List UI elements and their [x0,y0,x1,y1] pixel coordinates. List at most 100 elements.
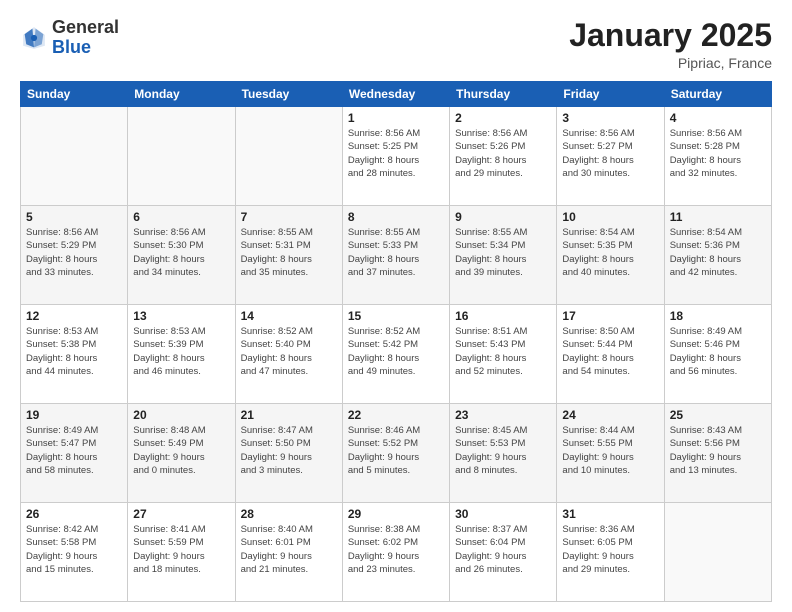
day-number: 2 [455,111,551,125]
page: General Blue January 2025 Pipriac, Franc… [0,0,792,612]
day-number: 16 [455,309,551,323]
table-row: 7Sunrise: 8:55 AM Sunset: 5:31 PM Daylig… [235,206,342,305]
calendar-table: Sunday Monday Tuesday Wednesday Thursday… [20,81,772,602]
day-number: 8 [348,210,444,224]
day-info: Sunrise: 8:55 AM Sunset: 5:34 PM Dayligh… [455,226,551,279]
day-number: 17 [562,309,658,323]
day-info: Sunrise: 8:54 AM Sunset: 5:35 PM Dayligh… [562,226,658,279]
day-number: 25 [670,408,766,422]
col-tuesday: Tuesday [235,82,342,107]
day-number: 12 [26,309,122,323]
calendar-week-row: 19 Sunrise: 8:49 AM Sunset: 5:47 PM Dayli… [21,404,772,503]
table-row: 10 Sunrise: 8:54 AM Sunset: 5:35 PM Dayli… [557,206,664,305]
day-info: Sunrise: 8:52 AM Sunset: 5:40 PM Dayligh… [241,325,337,378]
table-row [128,107,235,206]
day-number: 26 [26,507,122,521]
table-row: 17 Sunrise: 8:50 AM Sunset: 5:44 PM Dayli… [557,305,664,404]
table-row: 31Sunrise: 8:36 AM Sunset: 6:05 PM Dayli… [557,503,664,602]
day-number: 19 [26,408,122,422]
day-info: Sunrise: 8:56 AM Sunset: 5:27 PM Dayligh… [562,127,658,180]
day-info: Sunrise: 8:38 AM Sunset: 6:02 PM Dayligh… [348,523,444,576]
logo-blue: Blue [52,37,91,57]
table-row: 12Sunrise: 8:53 AM Sunset: 5:38 PM Dayli… [21,305,128,404]
day-number: 21 [241,408,337,422]
day-info: Sunrise: 8:56 AM Sunset: 5:30 PM Dayligh… [133,226,229,279]
col-thursday: Thursday [450,82,557,107]
day-info: Sunrise: 8:56 AM Sunset: 5:28 PM Dayligh… [670,127,766,180]
table-row: 6 Sunrise: 8:56 AM Sunset: 5:30 PM Daylig… [128,206,235,305]
day-number: 5 [26,210,122,224]
day-number: 11 [670,210,766,224]
day-info: Sunrise: 8:53 AM Sunset: 5:39 PM Dayligh… [133,325,229,378]
day-number: 3 [562,111,658,125]
day-info: Sunrise: 8:54 AM Sunset: 5:36 PM Dayligh… [670,226,766,279]
table-row: 3 Sunrise: 8:56 AM Sunset: 5:27 PM Daylig… [557,107,664,206]
day-info: Sunrise: 8:50 AM Sunset: 5:44 PM Dayligh… [562,325,658,378]
day-info: Sunrise: 8:45 AM Sunset: 5:53 PM Dayligh… [455,424,551,477]
table-row: 23 Sunrise: 8:45 AM Sunset: 5:53 PM Dayli… [450,404,557,503]
table-row [235,107,342,206]
table-row: 28 Sunrise: 8:40 AM Sunset: 6:01 PM Dayli… [235,503,342,602]
day-info: Sunrise: 8:40 AM Sunset: 6:01 PM Dayligh… [241,523,337,576]
month-title: January 2025 [569,18,772,53]
table-row: 11 Sunrise: 8:54 AM Sunset: 5:36 PM Dayli… [664,206,771,305]
table-row: 22 Sunrise: 8:46 AM Sunset: 5:52 PM Dayli… [342,404,449,503]
location: Pipriac, France [569,55,772,71]
day-number: 28 [241,507,337,521]
header: General Blue January 2025 Pipriac, Franc… [20,18,772,71]
day-info: Sunrise: 8:56 AM Sunset: 5:26 PM Dayligh… [455,127,551,180]
table-row: 2 Sunrise: 8:56 AM Sunset: 5:26 PM Daylig… [450,107,557,206]
table-row: 4 Sunrise: 8:56 AM Sunset: 5:28 PM Daylig… [664,107,771,206]
day-number: 1 [348,111,444,125]
day-number: 22 [348,408,444,422]
day-number: 14 [241,309,337,323]
day-number: 9 [455,210,551,224]
table-row: 21Sunrise: 8:47 AM Sunset: 5:50 PM Dayli… [235,404,342,503]
day-info: Sunrise: 8:51 AM Sunset: 5:43 PM Dayligh… [455,325,551,378]
day-number: 10 [562,210,658,224]
day-info: Sunrise: 8:55 AM Sunset: 5:31 PM Dayligh… [241,226,337,279]
day-number: 27 [133,507,229,521]
table-row: 24 Sunrise: 8:44 AM Sunset: 5:55 PM Dayli… [557,404,664,503]
day-number: 29 [348,507,444,521]
calendar-week-row: 1 Sunrise: 8:56 AM Sunset: 5:25 PM Daylig… [21,107,772,206]
table-row: 16 Sunrise: 8:51 AM Sunset: 5:43 PM Dayli… [450,305,557,404]
logo-text: General Blue [52,18,119,58]
table-row: 15Sunrise: 8:52 AM Sunset: 5:42 PM Dayli… [342,305,449,404]
col-wednesday: Wednesday [342,82,449,107]
title-block: January 2025 Pipriac, France [569,18,772,71]
table-row: 9 Sunrise: 8:55 AM Sunset: 5:34 PM Daylig… [450,206,557,305]
day-number: 18 [670,309,766,323]
table-row: 29 Sunrise: 8:38 AM Sunset: 6:02 PM Dayli… [342,503,449,602]
logo: General Blue [20,18,119,58]
day-info: Sunrise: 8:56 AM Sunset: 5:25 PM Dayligh… [348,127,444,180]
day-number: 13 [133,309,229,323]
logo-icon [20,24,48,52]
table-row: 5Sunrise: 8:56 AM Sunset: 5:29 PM Daylig… [21,206,128,305]
calendar-week-row: 26 Sunrise: 8:42 AM Sunset: 5:58 PM Dayli… [21,503,772,602]
table-row: 20Sunrise: 8:48 AM Sunset: 5:49 PM Dayli… [128,404,235,503]
day-number: 4 [670,111,766,125]
calendar-week-row: 12Sunrise: 8:53 AM Sunset: 5:38 PM Dayli… [21,305,772,404]
day-number: 23 [455,408,551,422]
day-info: Sunrise: 8:46 AM Sunset: 5:52 PM Dayligh… [348,424,444,477]
day-number: 20 [133,408,229,422]
table-row: 18Sunrise: 8:49 AM Sunset: 5:46 PM Dayli… [664,305,771,404]
day-info: Sunrise: 8:44 AM Sunset: 5:55 PM Dayligh… [562,424,658,477]
day-info: Sunrise: 8:49 AM Sunset: 5:47 PM Dayligh… [26,424,122,477]
day-number: 24 [562,408,658,422]
table-row [664,503,771,602]
col-sunday: Sunday [21,82,128,107]
day-info: Sunrise: 8:36 AM Sunset: 6:05 PM Dayligh… [562,523,658,576]
day-info: Sunrise: 8:52 AM Sunset: 5:42 PM Dayligh… [348,325,444,378]
day-info: Sunrise: 8:42 AM Sunset: 5:58 PM Dayligh… [26,523,122,576]
table-row: 30Sunrise: 8:37 AM Sunset: 6:04 PM Dayli… [450,503,557,602]
col-saturday: Saturday [664,82,771,107]
table-row: 27 Sunrise: 8:41 AM Sunset: 5:59 PM Dayli… [128,503,235,602]
day-info: Sunrise: 8:41 AM Sunset: 5:59 PM Dayligh… [133,523,229,576]
day-number: 6 [133,210,229,224]
col-monday: Monday [128,82,235,107]
table-row: 14 Sunrise: 8:52 AM Sunset: 5:40 PM Dayli… [235,305,342,404]
table-row: 25Sunrise: 8:43 AM Sunset: 5:56 PM Dayli… [664,404,771,503]
table-row: 8Sunrise: 8:55 AM Sunset: 5:33 PM Daylig… [342,206,449,305]
